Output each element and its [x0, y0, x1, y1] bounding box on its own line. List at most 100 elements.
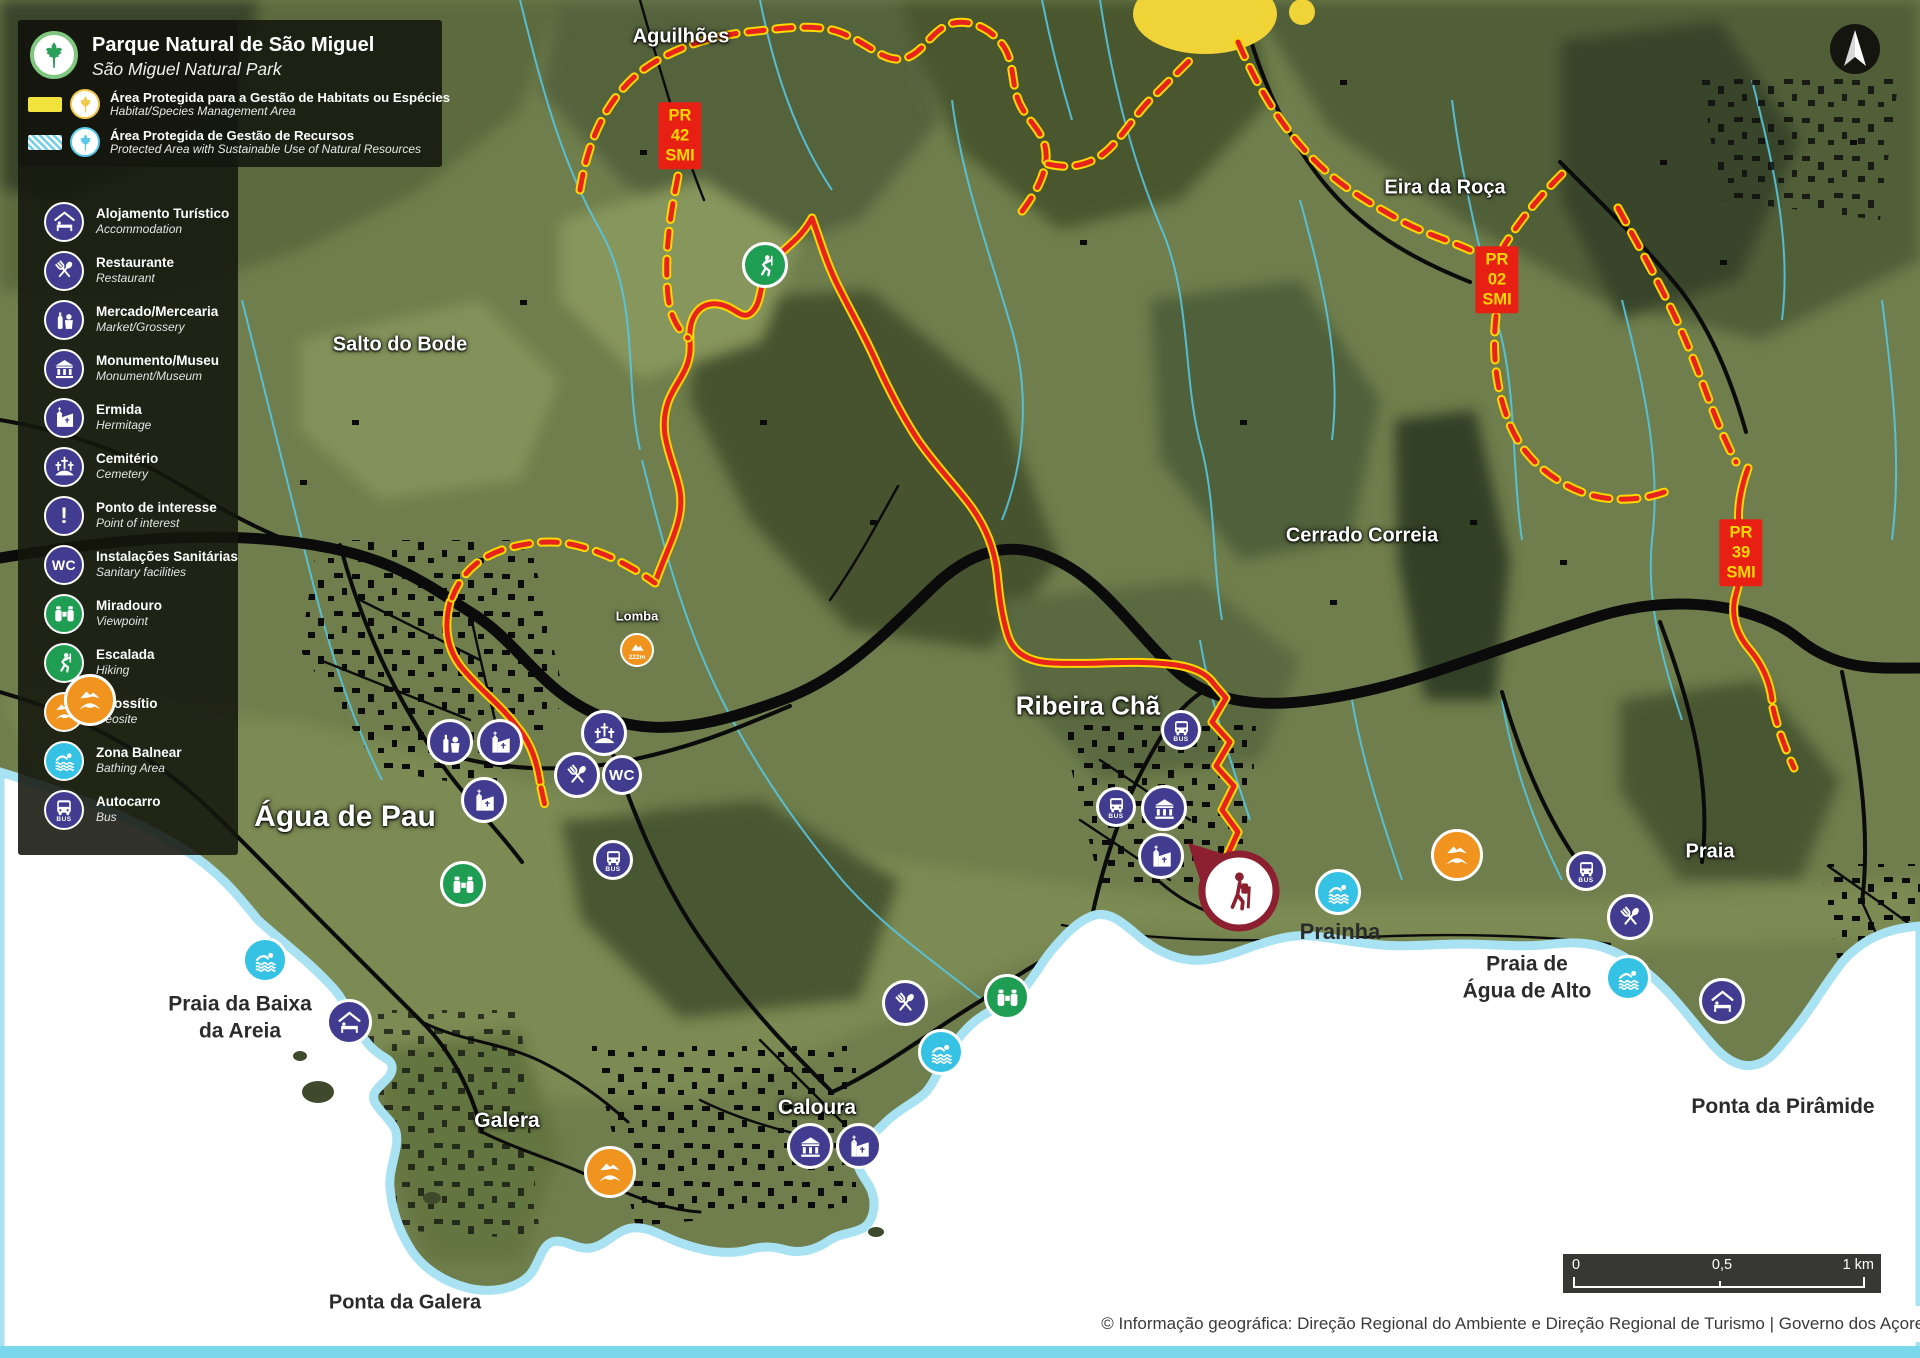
label-line: Praia de — [1486, 953, 1568, 976]
label-line: Praia da Baixa — [168, 993, 312, 1016]
legend-item-sublabel: Monument/Museum — [96, 369, 219, 383]
park-logo — [30, 31, 78, 79]
legend-item-restaurant: RestauranteRestaurant — [18, 246, 238, 295]
park-map: Alojamento TurísticoAccommodation Restau… — [0, 0, 1920, 1358]
wc-glyph: WC — [609, 767, 635, 784]
place-label-cerrado-correia: Cerrado Correia — [1286, 525, 1438, 548]
legend-item-sublabel: Hermitage — [96, 418, 151, 432]
place-label-ponta-da-piramide: Ponta da Pirâmide — [1691, 1095, 1874, 1119]
map-title: Parque Natural de São Miguel — [92, 34, 374, 57]
legend-item-sublabel: Viewpoint — [96, 614, 162, 628]
legend-item-geosite: GeossítioGeosite — [18, 687, 238, 736]
legend-item-label: Zona Balnear — [96, 745, 182, 761]
bed-icon — [1699, 978, 1745, 1024]
market-icon — [44, 300, 84, 340]
legend-item-bathing: Zona BalnearBathing Area — [18, 736, 238, 785]
place-label-praia: Praia — [1686, 841, 1735, 864]
binoculars-icon — [984, 974, 1030, 1020]
legend-item-accommodation: Alojamento TurísticoAccommodation — [18, 197, 238, 246]
museum-icon — [44, 349, 84, 389]
legend-item-sublabel: Bus — [96, 810, 161, 824]
pr-line: SMI — [665, 146, 694, 166]
church-icon — [44, 398, 84, 438]
wc-glyph: WC — [52, 557, 76, 573]
legend-item-label: Monumento/Museu — [96, 353, 219, 369]
legend-items: Alojamento TurísticoAccommodation Restau… — [18, 197, 238, 834]
label-line: Água de Alto — [1463, 980, 1592, 1003]
bus-glyph-label: BUS — [1578, 877, 1593, 884]
legend-item-bus: BUS AutocarroBus — [18, 785, 238, 834]
trail-marker-pr39: PR 39 SMI — [1719, 519, 1762, 586]
market-icon — [427, 719, 473, 765]
bus-icon: BUS — [593, 840, 633, 880]
pr-line: 02 — [1482, 270, 1511, 290]
legend-item-hiking: EscaladaHiking — [18, 638, 238, 687]
blue-leaf-icon — [70, 127, 100, 157]
bus-glyph-label: BUS — [56, 816, 71, 823]
legend-item-label: Miradouro — [96, 598, 162, 614]
place-label-galera: Galera — [474, 1109, 539, 1133]
place-label-lomba: Lomba — [616, 609, 659, 624]
trail-marker-pr42: PR 42 SMI — [658, 102, 701, 169]
place-label-caloura: Caloura — [778, 1096, 856, 1120]
trail-marker-pr02: PR 02 SMI — [1475, 246, 1518, 313]
cemetery-icon — [44, 447, 84, 487]
compass-north-icon — [1828, 22, 1882, 76]
cemetery-icon — [581, 710, 627, 756]
swimmer-icon — [1605, 955, 1651, 1001]
swimmer-icon — [44, 741, 84, 781]
legend-item-market: Mercado/MerceariaMarket/Grossery — [18, 295, 238, 344]
area-sublabel: Habitat/Species Management Area — [110, 105, 450, 119]
wc-icon: WC — [602, 755, 642, 795]
church-icon — [461, 777, 507, 823]
legend-item-sublabel: Accommodation — [96, 222, 229, 236]
scale-ruler — [1573, 1277, 1865, 1288]
trailhead-hiker-marker — [1182, 838, 1292, 948]
cutlery-icon — [44, 251, 84, 291]
climber-icon — [742, 242, 788, 288]
legend-item-label: Alojamento Turístico — [96, 206, 229, 222]
church-icon — [477, 719, 523, 765]
map-subtitle: São Miguel Natural Park — [92, 59, 282, 80]
place-label-ponta-da-galera: Ponta da Galera — [329, 1292, 481, 1315]
yellow-area-swatch — [28, 97, 62, 112]
church-icon — [836, 1123, 882, 1169]
pr-line: PR — [1482, 250, 1511, 270]
legend-item-sublabel: Hiking — [96, 663, 155, 677]
place-label-eira-da-roca: Eira da Roça — [1384, 177, 1505, 200]
legend-item-sublabel: Market/Grossery — [96, 320, 218, 334]
exclamation-icon: ! — [44, 496, 84, 536]
area-sublabel: Protected Area with Sustainable Use of N… — [110, 143, 421, 157]
legend-item-label: Cemitério — [96, 451, 158, 467]
place-label-praia-da-baixa: Praia da Baixa da Areia — [120, 991, 360, 1046]
legend-item-label: Restaurante — [96, 255, 174, 271]
scale-half: 0,5 — [1712, 1257, 1732, 1273]
legend-item-sublabel: Sanitary facilities — [96, 565, 238, 579]
pr-line: PR — [1726, 523, 1755, 543]
attribution-text: © Informação geográfica: Direção Regiona… — [1101, 1314, 1920, 1334]
area-label: Área Protegida de Gestão de Recursos — [110, 128, 421, 143]
legend-header: Parque Natural de São Miguel São Miguel … — [18, 20, 442, 167]
museum-icon — [1141, 785, 1187, 831]
place-label-ribeira-cha: Ribeira Chã — [1016, 691, 1161, 722]
binoculars-icon — [44, 594, 84, 634]
bus-glyph-label: BUS — [605, 866, 620, 873]
pr-line: PR — [665, 106, 694, 126]
scale-bar: 0 0,5 1 km — [1563, 1254, 1881, 1293]
church-icon — [1138, 833, 1184, 879]
map-graphic — [0, 0, 1920, 1358]
museum-icon — [787, 1123, 833, 1169]
legend-item-label: Mercado/Mercearia — [96, 304, 218, 320]
cutlery-icon — [554, 752, 600, 798]
legend-item-viewpoint: MiradouroViewpoint — [18, 589, 238, 638]
swimmer-icon — [242, 937, 288, 983]
place-label-salto-do-bode: Salto do Bode — [333, 334, 467, 357]
exclamation-glyph: ! — [60, 505, 67, 527]
binoculars-icon — [440, 861, 486, 907]
label-line: da Areia — [199, 1020, 281, 1043]
legend-item-cemetery: CemitérioCemetery — [18, 442, 238, 491]
scale-one: 1 km — [1843, 1257, 1874, 1273]
bus-icon: BUS — [1566, 851, 1606, 891]
legend-item-sublabel: Point of interest — [96, 516, 217, 530]
legend-item-label: Instalações Sanitárias — [96, 549, 238, 565]
